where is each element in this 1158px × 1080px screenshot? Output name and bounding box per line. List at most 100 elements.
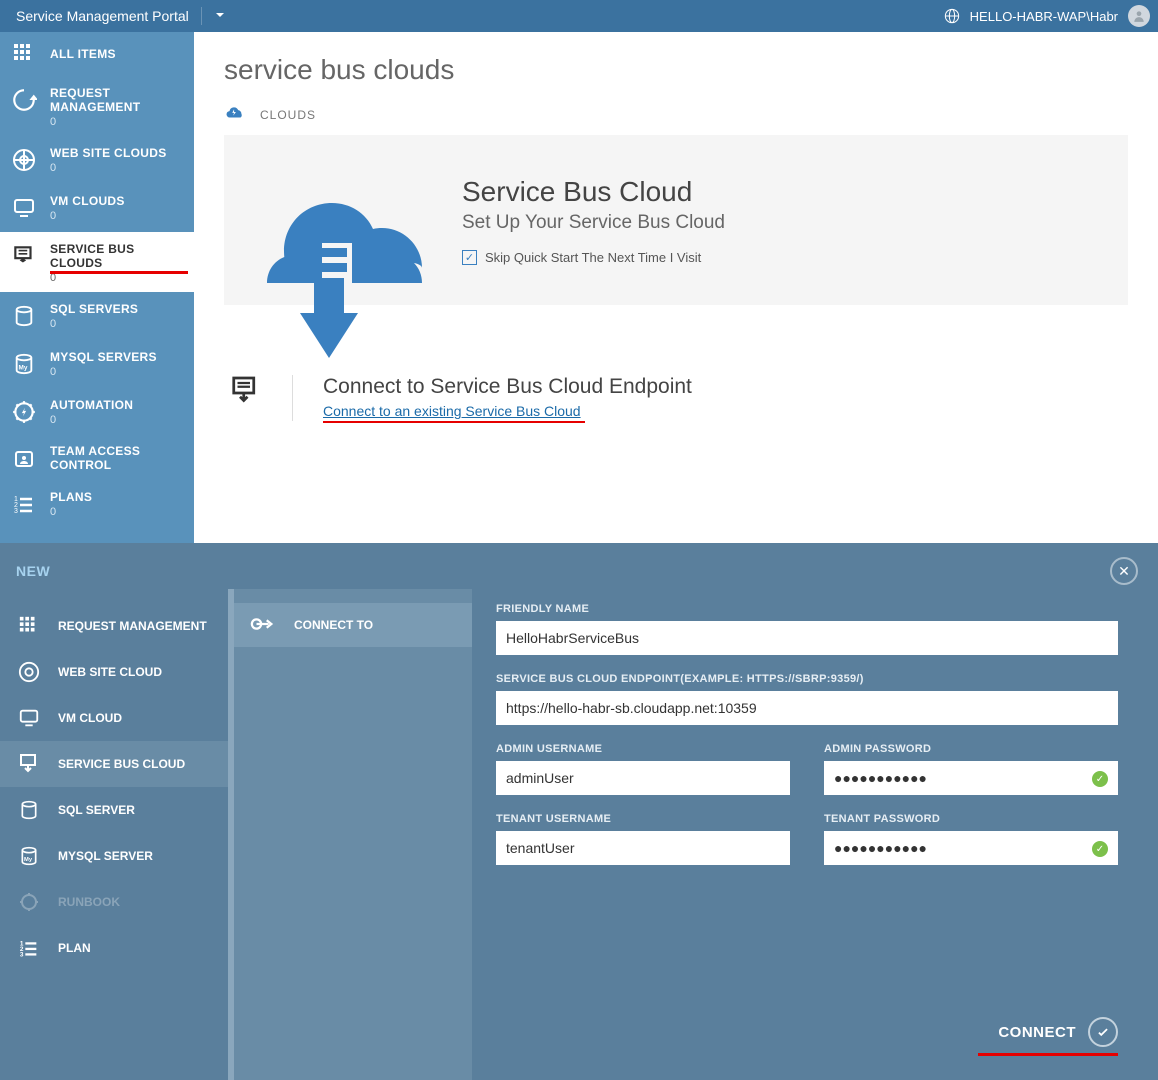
connect-existing-link[interactable]: Connect to an existing Service Bus Cloud — [323, 403, 581, 419]
hero-panel: Service Bus Cloud Set Up Your Service Bu… — [224, 135, 1128, 305]
sidebar-item-request-management[interactable]: REQUEST MANAGEMENT0 — [0, 76, 194, 136]
sidebar-item-label: REQUEST MANAGEMENT — [50, 86, 184, 114]
drawer-item-service-bus-cloud[interactable]: SERVICE BUS CLOUD — [0, 741, 228, 787]
sidebar-item-mysql-servers[interactable]: My MYSQL SERVERS0 — [0, 340, 194, 388]
drawer-item-sql-server[interactable]: SQL SERVER — [0, 787, 228, 833]
drawer-item-label: SQL SERVER — [58, 803, 135, 817]
header-divider — [201, 7, 202, 25]
cloud-bolt-icon — [224, 104, 246, 125]
app-title: Service Management Portal — [16, 8, 189, 24]
connect-underline — [978, 1053, 1118, 1056]
sidebar-item-label: SERVICE BUS CLOUDS — [50, 242, 184, 270]
drawer-item-request-management[interactable]: REQUEST MANAGEMENT — [0, 603, 228, 649]
mysql-icon: My — [16, 843, 42, 869]
new-label: NEW — [16, 563, 50, 579]
checkbox-label: Skip Quick Start The Next Time I Visit — [485, 250, 701, 265]
mysql-icon: My — [10, 350, 38, 378]
connect-icon — [250, 614, 276, 637]
sidebar-item-label: WEB SITE CLOUDS — [50, 146, 167, 160]
sidebar-item-label: VM CLOUDS — [50, 194, 125, 208]
drawer-action-connect-to[interactable]: CONNECT TO — [228, 603, 472, 647]
drawer-item-label: REQUEST MANAGEMENT — [58, 619, 207, 633]
connect-section: Connect to Service Bus Cloud Endpoint Co… — [224, 375, 1128, 421]
tab-clouds[interactable]: CLOUDS — [260, 108, 316, 122]
dropdown-icon[interactable] — [214, 9, 226, 24]
valid-check-icon: ✓ — [1092, 841, 1108, 857]
drawer-action-label: CONNECT TO — [294, 618, 373, 632]
connect-button[interactable]: CONNECT — [998, 1017, 1118, 1047]
list-icon: 123 — [16, 935, 42, 961]
hero-title: Service Bus Cloud — [462, 176, 725, 208]
service-bus-icon — [10, 242, 38, 270]
team-icon — [10, 444, 38, 472]
skip-quickstart-checkbox[interactable]: ✓ Skip Quick Start The Next Time I Visit — [462, 250, 725, 265]
drawer-item-label: PLAN — [58, 941, 91, 955]
drawer-action-list: CONNECT TO — [228, 589, 472, 1080]
friendly-name-label: FRIENDLY NAME — [496, 603, 1118, 615]
drawer-item-mysql-server[interactable]: My MYSQL SERVER — [0, 833, 228, 879]
endpoint-label: SERVICE BUS CLOUD ENDPOINT(EXAMPLE: HTTP… — [496, 673, 1118, 685]
database-icon — [10, 302, 38, 330]
user-label: HELLO-HABR-WAP\Habr — [970, 9, 1118, 24]
vertical-divider — [292, 375, 293, 421]
sidebar-item-all-items[interactable]: ALL ITEMS — [0, 32, 194, 76]
sidebar-item-sql-servers[interactable]: SQL SERVERS0 — [0, 292, 194, 340]
grid-icon — [16, 613, 42, 639]
admin-user-input[interactable] — [496, 761, 790, 795]
sidebar-item-label: SQL SERVERS — [50, 302, 138, 316]
sidebar-item-plans[interactable]: 123 PLANS0 — [0, 480, 194, 528]
drawer-item-label: VM CLOUD — [58, 711, 122, 725]
header-bar: Service Management Portal HELLO-HABR-WAP… — [0, 0, 1158, 32]
hero-subtitle: Set Up Your Service Bus Cloud — [462, 212, 725, 234]
drawer-category-list: REQUEST MANAGEMENT WEB SITE CLOUD VM CLO… — [0, 589, 228, 1080]
sidebar: ALL ITEMS REQUEST MANAGEMENT0 WEB SITE C… — [0, 32, 194, 543]
tenant-pass-label: TENANT PASSWORD — [824, 813, 1118, 825]
monitor-icon — [10, 194, 38, 222]
svg-text:My: My — [24, 857, 33, 863]
header-user[interactable]: HELLO-HABR-WAP\Habr — [944, 5, 1150, 27]
admin-user-label: ADMIN USERNAME — [496, 743, 790, 755]
service-bus-icon — [16, 751, 42, 777]
valid-check-icon: ✓ — [1092, 771, 1108, 787]
drawer-form: FRIENDLY NAME SERVICE BUS CLOUD ENDPOINT… — [472, 589, 1158, 1080]
gear-bolt-icon — [16, 889, 42, 915]
friendly-name-input[interactable] — [496, 621, 1118, 655]
web-icon — [16, 659, 42, 685]
tabs-row: CLOUDS — [224, 104, 1128, 125]
sidebar-item-automation[interactable]: AUTOMATION0 — [0, 388, 194, 436]
globe-icon — [944, 8, 960, 24]
sidebar-item-vm-clouds[interactable]: VM CLOUDS0 — [0, 184, 194, 232]
drawer-item-label: RUNBOOK — [58, 895, 120, 909]
drawer-item-plan[interactable]: 123 PLAN — [0, 925, 228, 971]
connect-title: Connect to Service Bus Cloud Endpoint — [323, 375, 692, 399]
sidebar-item-label: MYSQL SERVERS — [50, 350, 157, 364]
check-circle-icon — [1088, 1017, 1118, 1047]
admin-pass-label: ADMIN PASSWORD — [824, 743, 1118, 755]
page-title: service bus clouds — [224, 54, 1128, 86]
sidebar-item-team-access[interactable]: TEAM ACCESS CONTROL — [0, 436, 194, 480]
drawer-item-vm-cloud[interactable]: VM CLOUD — [0, 695, 228, 741]
database-icon — [16, 797, 42, 823]
tenant-user-label: TENANT USERNAME — [496, 813, 790, 825]
close-icon: ✕ — [1118, 563, 1130, 580]
new-drawer: NEW ✕ REQUEST MANAGEMENT WEB SITE CLOUD … — [0, 543, 1158, 1080]
close-button[interactable]: ✕ — [1110, 557, 1138, 585]
main-content: service bus clouds CLOUDS Service Bus Cl… — [194, 32, 1158, 543]
sidebar-item-web-site-clouds[interactable]: WEB SITE CLOUDS0 — [0, 136, 194, 184]
drawer-item-runbook: RUNBOOK — [0, 879, 228, 925]
sidebar-item-label: TEAM ACCESS CONTROL — [50, 444, 184, 472]
gear-bolt-icon — [10, 398, 38, 426]
sidebar-item-label: ALL ITEMS — [50, 47, 116, 61]
tenant-user-input[interactable] — [496, 831, 790, 865]
admin-pass-input[interactable] — [824, 761, 1118, 795]
drawer-item-web-site-cloud[interactable]: WEB SITE CLOUD — [0, 649, 228, 695]
endpoint-input[interactable] — [496, 691, 1118, 725]
grid-icon — [10, 40, 38, 68]
tenant-pass-input[interactable] — [824, 831, 1118, 865]
svg-text:My: My — [19, 365, 28, 372]
sidebar-item-service-bus-clouds[interactable]: SERVICE BUS CLOUDS0 — [0, 232, 194, 292]
service-bus-small-icon — [230, 375, 262, 415]
cycle-icon — [10, 86, 38, 114]
cloud-download-icon — [252, 163, 422, 333]
drawer-item-label: MYSQL SERVER — [58, 849, 153, 863]
